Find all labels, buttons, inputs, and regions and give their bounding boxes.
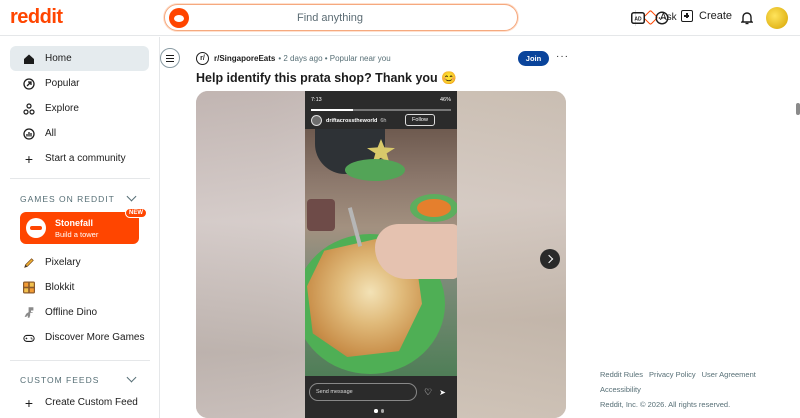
sidebar-divider <box>10 178 150 179</box>
featured-game-card[interactable]: Stonefall Build a tower <box>20 212 139 244</box>
photo-curry <box>417 199 451 217</box>
sidebar-item-label: Home <box>45 53 72 64</box>
sidebar-item-label: Blokkit <box>45 282 75 293</box>
chat-icon[interactable] <box>654 10 670 26</box>
svg-text:AD: AD <box>634 17 642 23</box>
explore-icon <box>23 102 35 115</box>
post-meta-text: • 2 days ago • Popular near you <box>278 54 391 63</box>
games-section-title[interactable]: GAMES ON REDDIT <box>20 194 115 204</box>
sidebar-item-blokkit[interactable]: Blokkit <box>10 275 149 300</box>
footer-links: Reddit Rules Privacy Policy User Agreement… <box>600 367 790 412</box>
search-input[interactable] <box>195 9 465 27</box>
story-avatar <box>311 115 322 126</box>
advertise-icon[interactable]: AD <box>630 10 646 26</box>
top-header: reddit Ask AD Create <box>0 0 800 36</box>
chevron-down-icon[interactable] <box>126 191 137 202</box>
stonefall-icon <box>26 218 46 238</box>
dino-icon <box>23 307 35 319</box>
post-title[interactable]: Help identify this prata shop? Thank you… <box>196 71 457 86</box>
sidebar-item-label: Discover More Games <box>45 332 145 343</box>
join-button[interactable]: Join <box>518 51 549 66</box>
new-badge: NEW <box>125 208 147 218</box>
sidebar-item-pixelary[interactable]: Pixelary <box>10 250 149 275</box>
all-icon <box>23 127 35 140</box>
create-plus-icon <box>681 10 693 22</box>
sidebar-item-label: All <box>45 128 57 139</box>
phone-time: 7:13 <box>311 97 322 103</box>
sidebar-item-label: Popular <box>45 78 80 89</box>
subreddit-link[interactable]: r/SingaporeEats <box>214 54 275 63</box>
story-follow-button: Follow <box>405 114 435 126</box>
story-screenshot: 7:13 46% driftacrosstheworld 6h Follow S… <box>305 91 457 418</box>
user-avatar[interactable] <box>766 7 788 29</box>
carousel-dot[interactable] <box>380 409 384 413</box>
popular-icon <box>23 77 35 90</box>
create-button[interactable]: Create <box>681 10 732 22</box>
phone-battery: 46% <box>439 97 451 103</box>
sidebar-item-label: Start a community <box>45 153 126 164</box>
menu-icon <box>166 54 174 56</box>
photo-cup <box>307 199 335 231</box>
pencil-icon <box>23 257 35 269</box>
photo-bowl <box>345 159 405 181</box>
sidebar-item-explore[interactable]: Explore <box>10 96 149 121</box>
sidebar-item-label: Pixelary <box>45 257 81 268</box>
sidebar-item-popular[interactable]: Popular <box>10 71 149 96</box>
sidebar-item-all[interactable]: All <box>10 121 149 146</box>
custom-feeds-section-title[interactable]: CUSTOM FEEDS <box>20 375 99 385</box>
scrollbar-thumb[interactable] <box>796 103 800 115</box>
search-bar[interactable]: Ask <box>164 4 677 31</box>
sidebar-item-start-community[interactable]: + Start a community <box>10 146 149 171</box>
sidebar-divider <box>10 360 150 361</box>
blocks-icon <box>23 281 35 294</box>
footer-link-privacy[interactable]: Privacy Policy <box>649 370 696 379</box>
story-progress-bar <box>311 109 451 111</box>
reddit-logo[interactable]: reddit <box>10 6 63 29</box>
create-label: Create <box>699 10 733 22</box>
footer-link-accessibility[interactable]: Accessibility <box>600 385 641 394</box>
media-blur-left <box>196 91 306 418</box>
footer-copyright: Reddit, Inc. © 2026. All rights reserved… <box>600 400 731 409</box>
carousel-dots <box>374 409 384 413</box>
home-icon <box>23 53 35 65</box>
sidebar-item-label: Explore <box>45 103 79 114</box>
sidebar-item-discover-games[interactable]: Discover More Games <box>10 325 149 350</box>
sidebar-item-create-feed[interactable]: + Create Custom Feed <box>10 390 149 415</box>
phone-status-bar: 7:13 46% <box>305 91 457 109</box>
photo-hand <box>375 224 457 279</box>
featured-game-subtitle: Build a tower <box>55 230 99 239</box>
subreddit-icon[interactable]: r/ <box>196 52 209 65</box>
heart-icon: ♡ <box>424 386 433 397</box>
notifications-bell-icon[interactable] <box>739 10 755 26</box>
story-username: driftacrosstheworld <box>326 117 378 124</box>
more-options-icon[interactable]: ··· <box>556 51 569 62</box>
gamepad-icon <box>23 332 35 344</box>
post-media[interactable]: 7:13 46% driftacrosstheworld 6h Follow S… <box>196 91 566 418</box>
featured-game-name: Stonefall <box>55 218 94 228</box>
next-slide-button[interactable] <box>540 249 560 269</box>
plus-icon: + <box>24 394 34 411</box>
reddit-snoo-icon <box>169 8 189 28</box>
footer-link-user-agreement[interactable]: User Agreement <box>702 370 756 379</box>
story-footer: Send message ♡ ➤ <box>309 382 453 402</box>
carousel-dot[interactable] <box>374 409 378 413</box>
footer-link-rules[interactable]: Reddit Rules <box>600 370 643 379</box>
food-photo <box>305 129 457 376</box>
collapse-sidebar-button[interactable] <box>160 48 180 68</box>
send-icon: ➤ <box>439 387 446 397</box>
story-message-input: Send message <box>309 383 417 401</box>
post-meta: r/ r/SingaporeEats • 2 days ago • Popula… <box>196 52 391 65</box>
sidebar-item-label: Create Custom Feed <box>45 397 138 408</box>
sidebar-item-offline-dino[interactable]: Offline Dino <box>10 300 149 325</box>
sidebar-item-home[interactable]: Home <box>10 46 149 71</box>
plus-icon: + <box>24 150 34 167</box>
story-ago: 6h <box>380 117 387 124</box>
sidebar-item-label: Offline Dino <box>45 307 98 318</box>
